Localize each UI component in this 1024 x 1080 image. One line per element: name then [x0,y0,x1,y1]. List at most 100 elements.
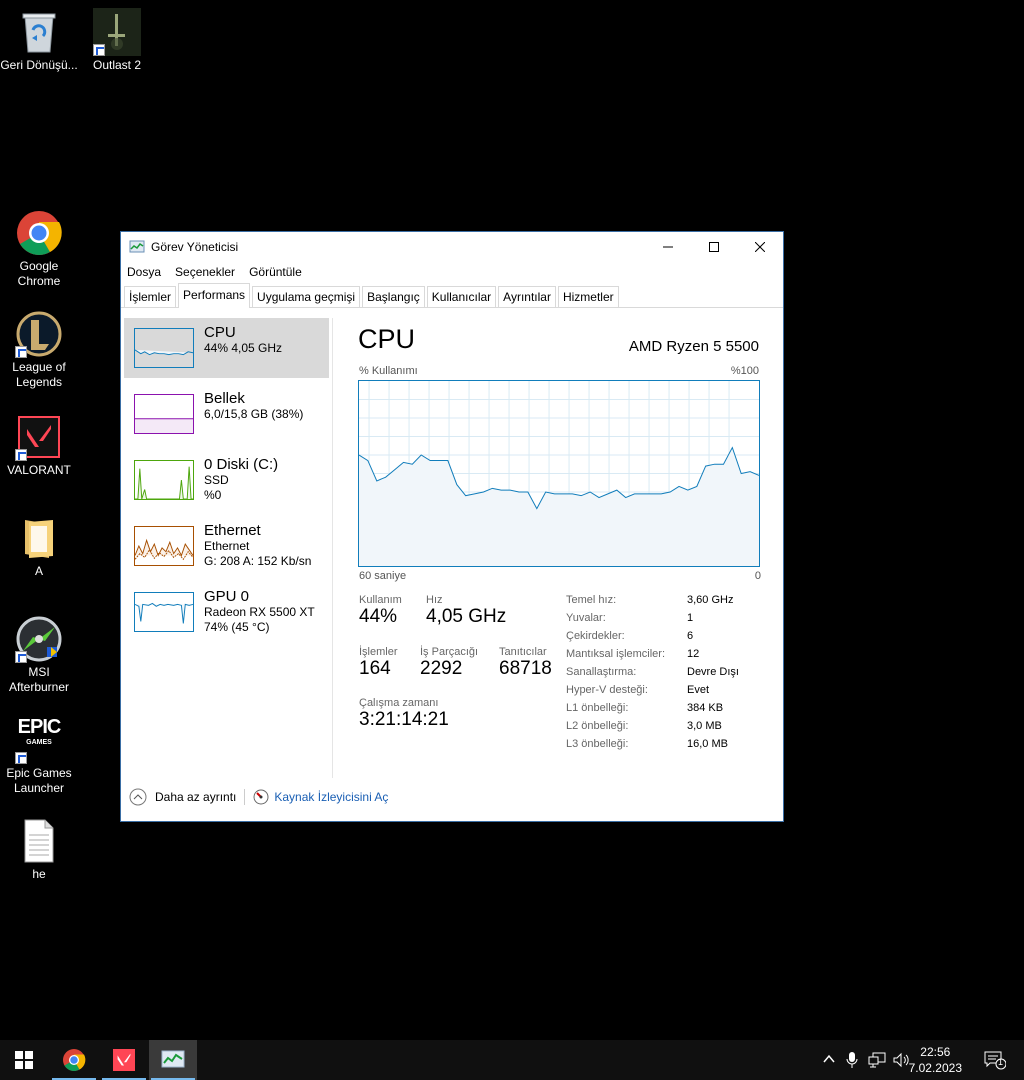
window-title: Görev Yöneticisi [151,240,239,254]
spec-value: 12 [687,648,700,660]
desktop-icon-label: A [34,564,43,578]
clock-date: 7.02.2023 [908,1061,962,1075]
taskbar-valorant[interactable] [100,1040,148,1080]
chevron-up-icon [823,1054,835,1063]
network-button[interactable] [868,1052,886,1073]
spec-value: 6 [687,630,694,642]
spec-key: Hyper-V desteği: [566,684,648,696]
desktop-icon-recycle-bin[interactable]: Geri Dönüşü... [0,8,78,73]
device-name: Bellek [204,390,245,407]
desktop-icon-label: Outlast 2 [92,58,142,72]
tab-services[interactable]: Hizmetler [557,286,619,307]
taskbar-chrome[interactable] [50,1040,98,1080]
minimize-button[interactable] [645,232,691,262]
tab-details[interactable]: Ayrıntılar [498,286,556,307]
desktop-icon-league-of-legends[interactable]: League of Legends [0,310,78,390]
desktop-icon-msi-afterburner[interactable]: MSI Afterburner [0,615,78,695]
threads-stat: İş Parçacığı 2292 [420,646,478,680]
microphone-button[interactable] [845,1051,859,1074]
device-disk[interactable]: 0 Diski (C:) SSD %0 [124,450,329,510]
maximize-icon [709,242,719,252]
league-of-legends-icon [15,310,63,358]
menu-options[interactable]: Seçenekler [175,265,235,279]
time-axis-label: 60 saniye [359,570,407,582]
menu-file[interactable]: Dosya [127,265,161,279]
tab-app-history[interactable]: Uygulama geçmişi [252,286,361,307]
chrome-icon [15,209,63,257]
handles-stat: Tanıtıcılar 68718 [499,646,552,680]
speed-stat-value: 4,05 GHz [426,606,507,627]
tab-users[interactable]: Kullanıcılar [426,286,497,307]
task-manager-icon [161,1050,185,1068]
cpu-usage-graph [358,380,760,567]
shortcut-arrow-icon [93,44,105,56]
title-bar[interactable]: Görev Yöneticisi [121,232,783,262]
resource-monitor-link[interactable]: Kaynak İzleyicisini Aç [253,789,388,805]
desktop-icon-folder-a[interactable]: A [0,514,78,579]
tab-processes[interactable]: İşlemler [124,286,177,307]
desktop-icon-epic-games-launcher[interactable]: EPIC GAMES Epic Games Launcher [0,716,78,796]
device-ethernet[interactable]: Ethernet Ethernet G: 208 A: 152 Kb/sn [124,516,329,576]
spec-row: Çekirdekler: 6 [566,630,693,642]
close-button[interactable] [737,232,783,262]
uptime-stat-value: 3:21:14:21 [359,709,449,730]
clock[interactable]: 22:56 7.02.2023 [909,1044,962,1076]
spec-key: L1 önbelleği: [566,702,629,714]
cpu-detail-pane: CPU AMD Ryzen 5 5500 % Kullanımı %100 60… [358,324,762,750]
usage-axis-label: % Kullanımı [359,365,418,377]
device-detail-2: %0 [204,488,222,502]
resource-monitor-label: Kaynak İzleyicisini Aç [274,790,389,804]
notification-count: 1 [998,1057,1004,1067]
menu-view[interactable]: Görüntüle [249,265,302,279]
resource-monitor-icon [253,789,269,805]
handles-stat-label: Tanıtıcılar [499,646,547,658]
device-detail: 44% 4,05 GHz [204,341,283,355]
tab-performance[interactable]: Performans [178,283,251,308]
speed-stat: Hız 4,05 GHz [426,594,506,628]
spec-row: L1 önbelleği: 384 KB [566,702,723,714]
spec-row: L3 önbelleği: 16,0 MB [566,738,728,750]
microphone-icon [846,1052,858,1068]
pane-divider[interactable] [332,318,333,778]
usage-stat: Kullanım 44% [359,594,402,628]
notification-center-button[interactable]: 1 [984,1050,1007,1075]
desktop-icon-outlast-2[interactable]: Outlast 2 [78,8,156,73]
desktop-icon-he[interactable]: he [0,817,78,882]
spec-value: 3,60 GHz [687,594,734,606]
tab-startup[interactable]: Başlangıç [362,286,425,307]
device-cpu[interactable]: CPU 44% 4,05 GHz [124,318,329,378]
threads-stat-value: 2292 [420,658,463,679]
outlast-2-icon [93,8,141,56]
spec-row: Mantıksal işlemciler: 12 [566,648,699,660]
desktop-icon-google-chrome[interactable]: Google Chrome [0,209,78,289]
desktop-icon-label: League of Legends [12,360,66,389]
desktop-icon-label: Geri Dönüşü... [0,58,78,72]
taskbar-task-manager[interactable] [149,1040,197,1080]
uptime-stat-label: Çalışma zamanı [359,697,439,709]
desktop-icon-valorant[interactable]: VALORANT [0,413,78,478]
epic-games-icon: EPIC GAMES [15,716,63,764]
spec-key: Yuvalar: [566,612,606,624]
spec-row: Hyper-V desteği: Evet [566,684,709,696]
footer-divider [244,789,246,805]
maximize-button[interactable] [691,232,737,262]
device-memory[interactable]: Bellek 6,0/15,8 GB (38%) [124,384,329,444]
spec-key: Sanallaştırma: [566,666,637,678]
usage-stat-value: 44% [359,606,398,627]
close-icon [755,242,765,252]
shortcut-arrow-icon [15,752,27,764]
spec-value: 16,0 MB [687,738,728,750]
device-gpu[interactable]: GPU 0 Radeon RX 5500 XT 74% (45 °C) [124,582,329,642]
cpu-mini-graph [134,328,194,368]
show-hidden-icons-button[interactable] [822,1052,836,1071]
shortcut-arrow-icon [15,449,27,461]
device-detail: 6,0/15,8 GB (38%) [204,407,304,421]
spec-key: L3 önbelleği: [566,738,629,750]
recycle-bin-icon [15,8,63,56]
task-manager-window[interactable]: Görev Yöneticisi Dosya Seçenekler Görünt… [120,231,784,822]
spec-value: Devre Dışı [687,666,739,678]
fewer-details-button[interactable]: Daha az ayrıntı [129,788,236,806]
start-button[interactable] [0,1040,48,1080]
spec-key: Mantıksal işlemciler: [566,648,666,660]
device-detail: Radeon RX 5500 XT [204,605,315,619]
